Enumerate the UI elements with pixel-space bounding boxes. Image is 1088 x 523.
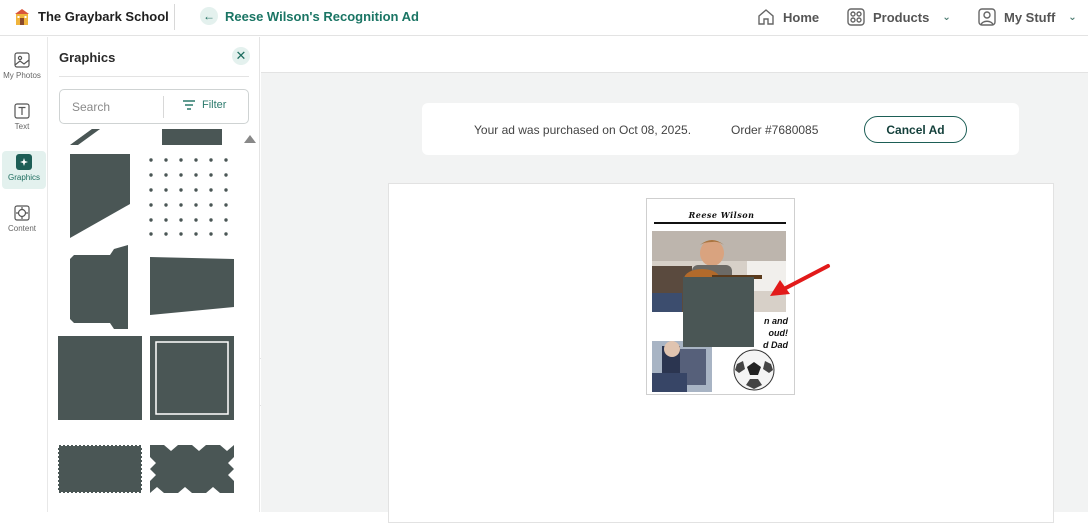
nav-products[interactable]: Products ⌄ <box>846 6 951 28</box>
close-icon[interactable]: ✕ <box>232 47 250 65</box>
back-arrow-icon[interactable]: ← <box>200 7 218 25</box>
rail-item-content[interactable]: Content <box>0 202 44 240</box>
editor-toolbar <box>261 37 1088 73</box>
graphics-panel: Graphics ✕ Filter <box>48 37 260 512</box>
nav-my-stuff[interactable]: My Stuff ⌄ <box>977 6 1077 28</box>
search-box: Filter <box>59 89 249 124</box>
content-icon <box>14 205 30 221</box>
annotation-arrow-icon <box>770 264 830 296</box>
ad-title-rule <box>654 222 786 224</box>
ad-title[interactable]: Reese Wilson's Recognition Ad <box>225 9 419 24</box>
filter-button[interactable]: Filter <box>182 99 226 111</box>
nav-products-label: Products <box>873 9 930 25</box>
top-bar: The Graybark School ← Reese Wilson's Rec… <box>0 0 1088 36</box>
nav-home[interactable]: Home <box>756 6 819 28</box>
graphic-tile[interactable] <box>148 157 234 237</box>
search-input[interactable] <box>61 91 161 122</box>
search-divider <box>163 96 164 118</box>
nav-my-stuff-label: My Stuff <box>1004 9 1056 25</box>
graphic-tile[interactable] <box>162 129 222 145</box>
graphic-tile[interactable] <box>70 129 100 145</box>
rail-item-label: Text <box>14 122 30 131</box>
graphic-tile[interactable] <box>150 336 234 420</box>
rail-item-label: My Photos <box>3 71 41 80</box>
purchase-notice: Your ad was purchased on Oct 08, 2025. O… <box>422 103 1019 155</box>
user-icon <box>978 8 996 26</box>
graphics-gallery <box>56 129 236 512</box>
nav-home-label: Home <box>783 9 820 25</box>
graphics-icon <box>16 154 32 170</box>
panel-divider <box>59 76 249 77</box>
text-icon <box>14 103 30 119</box>
home-icon <box>758 9 774 25</box>
rail-item-label: Graphics <box>7 173 40 182</box>
graphic-tile[interactable] <box>58 445 142 493</box>
rail-item-my-photos[interactable]: My Photos <box>0 49 44 87</box>
rail-item-graphics[interactable]: Graphics <box>2 151 46 189</box>
rail-item-label: Content <box>7 224 37 233</box>
graphic-tile[interactable] <box>70 245 130 329</box>
chevron-down-icon: ⌄ <box>942 11 951 23</box>
rail-item-text[interactable]: Text <box>0 100 44 138</box>
cancel-ad-button[interactable]: Cancel Ad <box>864 116 967 143</box>
filter-label: Filter <box>202 99 227 111</box>
filter-icon <box>183 100 195 110</box>
photo-icon <box>14 52 30 68</box>
order-number: Order #7680085 <box>731 123 819 137</box>
tool-rail: My Photos Text Graphics Content <box>0 37 48 512</box>
graphic-tile[interactable] <box>150 445 234 493</box>
grid-icon <box>847 8 865 26</box>
graphic-tile[interactable] <box>70 154 130 238</box>
header-divider <box>174 4 175 30</box>
placed-square-graphic[interactable] <box>683 277 754 347</box>
purchase-text: Your ad was purchased on Oct 08, 2025. <box>474 123 692 137</box>
school-name[interactable]: The Graybark School <box>38 9 169 24</box>
scroll-up-arrow-icon[interactable] <box>244 135 256 143</box>
school-icon <box>15 9 29 25</box>
graphic-tile[interactable] <box>58 336 142 420</box>
panel-title: Graphics <box>59 50 116 65</box>
graphic-tile[interactable] <box>150 257 234 317</box>
ad-student-name[interactable]: Reese Wilson <box>647 210 796 220</box>
soccer-ball-icon[interactable] <box>733 349 775 391</box>
chevron-down-icon: ⌄ <box>1068 11 1077 23</box>
